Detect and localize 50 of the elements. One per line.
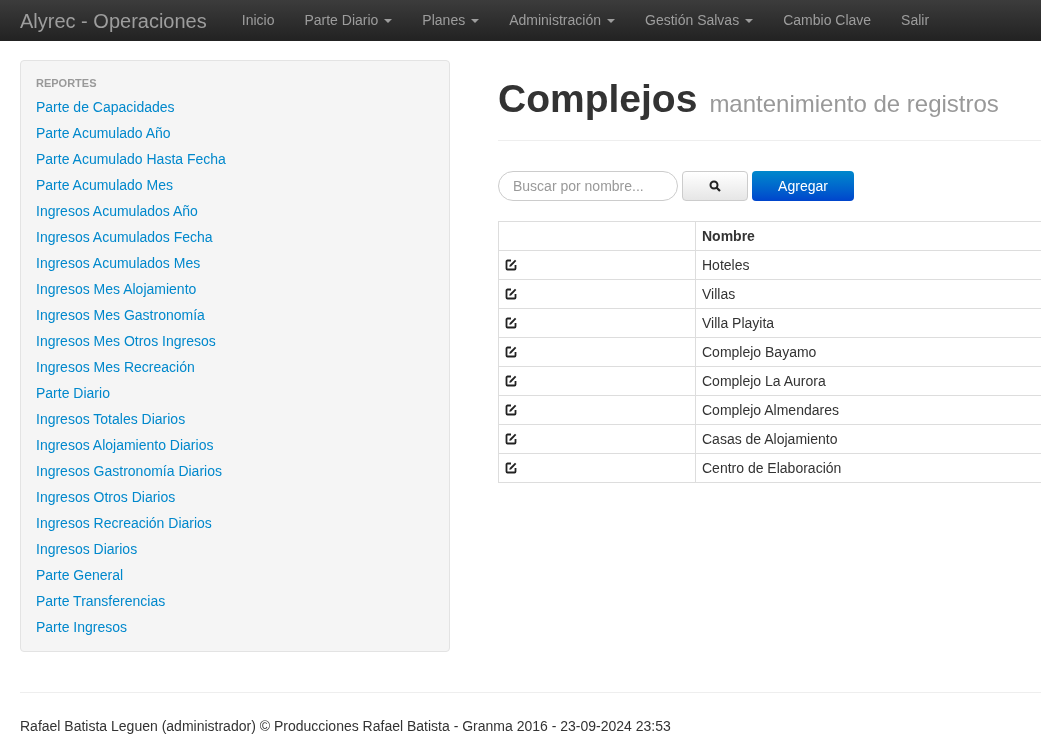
sidebar-link[interactable]: Parte Diario [36,382,110,404]
edit-icon[interactable] [505,346,517,358]
search-button[interactable] [682,171,748,201]
nav-item[interactable]: Parte Diario [289,10,408,31]
sidebar-link[interactable]: Ingresos Mes Otros Ingresos [36,330,216,352]
sidebar-link[interactable]: Ingresos Otros Diarios [36,486,176,508]
sidebar-link[interactable]: Ingresos Alojamiento Diarios [36,434,214,456]
nav-item[interactable]: Planes [407,10,495,31]
page-subtitle: mantenimiento de registros [709,89,999,119]
sidebar-link[interactable]: Parte Transferencias [36,590,166,612]
search-icon [709,180,721,192]
caret-icon [471,18,480,23]
sidebar-link[interactable]: Ingresos Recreación Diarios [36,512,212,534]
brand-title[interactable]: Alyrec - Operaciones [20,5,207,36]
sidebar-header: REPORTES [36,76,98,91]
edit-icon[interactable] [505,375,517,387]
nav-item[interactable]: Inicio [226,10,290,31]
sidebar-link[interactable]: Ingresos Acumulados Fecha [36,226,213,248]
caret-icon [384,18,393,23]
sidebar-link[interactable]: Ingresos Mes Recreación [36,356,195,378]
caret-icon [607,18,615,23]
nav-item[interactable]: Gestión Salvas [630,10,769,31]
search-field[interactable]: Buscar por nombre... [498,171,678,201]
edit-icon[interactable] [505,404,517,416]
edit-icon[interactable] [505,462,517,474]
sidebar-link[interactable]: Ingresos Acumulados Año [36,200,198,222]
nav-item[interactable]: Cambio Clave [768,10,887,31]
add-button[interactable]: Agregar [752,171,854,201]
table-header: Nombre [695,221,1041,251]
sidebar-link[interactable]: Ingresos Diarios [36,538,138,560]
sidebar-link[interactable]: Parte Acumulado Mes [36,174,173,196]
sidebar-link[interactable]: Parte Acumulado Hasta Fecha [36,148,226,170]
edit-icon[interactable] [505,433,517,445]
sidebar-link[interactable]: Parte Acumulado Año [36,122,171,144]
edit-icon[interactable] [505,317,517,329]
sidebar-link[interactable]: Ingresos Gastronomía Diarios [36,460,222,482]
edit-icon[interactable] [505,288,517,300]
sidebar-link[interactable]: Ingresos Acumulados Mes [36,252,201,274]
nav-item[interactable]: Administración [494,10,630,31]
sidebar-link[interactable]: Ingresos Mes Gastronomía [36,304,205,326]
sidebar-link[interactable]: Parte Ingresos [36,616,128,638]
sidebar-link[interactable]: Ingresos Mes Alojamiento [36,278,197,300]
sidebar-link[interactable]: Parte de Capacidades [36,96,175,118]
nav-item[interactable]: Salir [886,10,945,31]
sidebar-link[interactable]: Ingresos Totales Diarios [36,408,186,430]
footer-text: Rafael Batista Leguen (administrador) © Producciones Rafael Batista - Granma 2016 - 23-09-2024 23:53 [20,718,671,734]
page-title: Complejos [498,77,698,121]
edit-icon[interactable] [505,259,517,271]
caret-icon [745,18,754,23]
sidebar-link[interactable]: Parte General [36,564,124,586]
